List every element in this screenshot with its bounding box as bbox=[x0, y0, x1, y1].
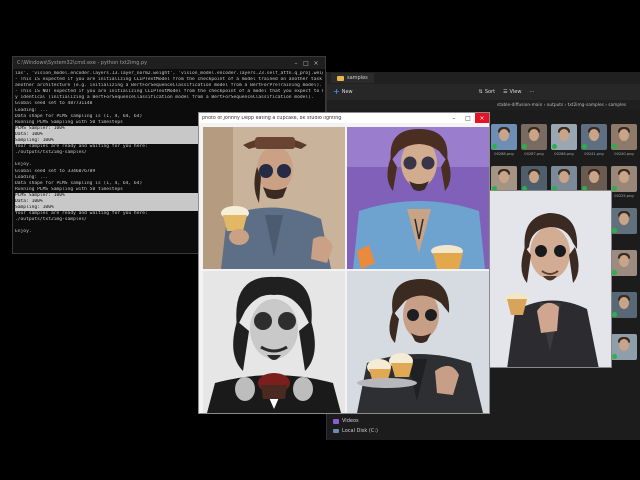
generated-image-1[interactable] bbox=[203, 127, 345, 269]
face-shape bbox=[619, 213, 629, 225]
sort-button-label: Sort bbox=[484, 89, 496, 95]
preview-image bbox=[487, 191, 611, 367]
thumbnail[interactable] bbox=[611, 292, 637, 318]
generated-image-2[interactable] bbox=[347, 127, 489, 269]
minimize-icon[interactable]: – bbox=[447, 113, 461, 123]
sync-check-icon bbox=[552, 144, 557, 149]
thumbnail-label: 00241.png bbox=[584, 152, 604, 156]
image-preview-pane bbox=[486, 190, 612, 368]
face-shape bbox=[619, 129, 629, 141]
face-shape bbox=[499, 129, 509, 141]
face-shape bbox=[589, 171, 599, 183]
disk-icon bbox=[333, 429, 339, 433]
thumbnail-label: 00288.png bbox=[494, 152, 514, 156]
sidebar-item-local-disk[interactable]: Local Disk (C:) bbox=[333, 428, 378, 434]
viewer-title: photo of Johnny Depp eating a cupcake, 8… bbox=[202, 115, 342, 121]
face-shape bbox=[559, 171, 569, 183]
tab-samples[interactable]: samples bbox=[331, 73, 374, 83]
thumbnail[interactable] bbox=[581, 166, 607, 192]
view-icon: ☰ bbox=[503, 89, 508, 95]
explorer-toolbar: + New ⇅ Sort ☰ View ··· bbox=[327, 84, 640, 100]
thumbnail-label: 00225.png bbox=[614, 194, 634, 198]
terminal-title: C:\Windows\System32\cmd.exe - python txt… bbox=[17, 60, 148, 66]
sort-button[interactable]: ⇅ Sort bbox=[479, 89, 495, 95]
sync-check-icon bbox=[522, 144, 527, 149]
face-shape bbox=[619, 297, 629, 309]
close-icon[interactable]: × bbox=[475, 113, 489, 123]
sync-check-icon bbox=[492, 144, 497, 149]
thumbnail[interactable] bbox=[521, 124, 547, 150]
thumbnail[interactable] bbox=[551, 124, 577, 150]
new-button-label: New bbox=[341, 89, 353, 95]
thumbnail[interactable] bbox=[611, 124, 637, 150]
thumbnail[interactable] bbox=[491, 166, 517, 192]
thumbnail[interactable] bbox=[551, 166, 577, 192]
sort-icon: ⇅ bbox=[478, 89, 483, 95]
thumbnail-label: 00240.png bbox=[614, 152, 634, 156]
thumbnail-label: 00287.png bbox=[524, 152, 544, 156]
view-button[interactable]: ☰ View bbox=[503, 89, 521, 95]
video-icon bbox=[333, 418, 339, 424]
thumbnail[interactable] bbox=[611, 250, 637, 276]
face-shape bbox=[529, 171, 539, 183]
more-options-icon[interactable]: ··· bbox=[529, 89, 534, 95]
thumbnail[interactable] bbox=[521, 166, 547, 192]
generated-image-3[interactable] bbox=[203, 271, 345, 413]
view-button-label: View bbox=[509, 89, 522, 95]
face-shape bbox=[499, 171, 509, 183]
thumbnail[interactable] bbox=[611, 208, 637, 234]
sidebar-item-label: Videos bbox=[342, 418, 359, 424]
sync-check-icon bbox=[612, 144, 617, 149]
viewer-titlebar[interactable]: photo of Johnny Depp eating a cupcake, 8… bbox=[199, 113, 489, 123]
generated-image-4[interactable] bbox=[347, 271, 489, 413]
face-shape bbox=[619, 171, 629, 183]
tab-label: samples bbox=[347, 75, 368, 81]
sync-check-icon bbox=[612, 270, 617, 275]
sync-check-icon bbox=[582, 144, 587, 149]
explorer-tabbar: samples bbox=[327, 72, 640, 84]
image-viewer-window[interactable]: photo of Johnny Depp eating a cupcake, 8… bbox=[198, 112, 490, 414]
face-shape bbox=[619, 255, 629, 267]
sync-check-icon bbox=[612, 228, 617, 233]
close-icon[interactable]: × bbox=[311, 60, 321, 67]
face-shape bbox=[529, 129, 539, 141]
thumbnail-label: 00286.png bbox=[554, 152, 574, 156]
generated-image-grid bbox=[203, 127, 489, 413]
sidebar-item-videos[interactable]: Videos bbox=[333, 418, 359, 424]
minimize-icon[interactable]: – bbox=[291, 60, 301, 67]
terminal-titlebar[interactable]: C:\Windows\System32\cmd.exe - python txt… bbox=[13, 57, 325, 69]
maximize-icon[interactable]: □ bbox=[301, 60, 311, 67]
face-shape bbox=[559, 129, 569, 141]
thumbnail[interactable] bbox=[611, 166, 637, 192]
address-bar[interactable]: stable-diffusion-main › outputs › txt2im… bbox=[327, 100, 640, 110]
new-button[interactable]: + New bbox=[333, 87, 353, 96]
sidebar-item-label: Local Disk (C:) bbox=[342, 428, 378, 434]
sync-check-icon bbox=[612, 354, 617, 359]
face-shape bbox=[619, 339, 629, 351]
thumbnail[interactable] bbox=[491, 124, 517, 150]
folder-icon bbox=[337, 75, 344, 81]
plus-icon: + bbox=[333, 87, 340, 96]
maximize-icon[interactable]: □ bbox=[461, 113, 475, 123]
thumbnail[interactable] bbox=[581, 124, 607, 150]
sync-check-icon bbox=[612, 312, 617, 317]
sync-check-icon bbox=[612, 186, 617, 191]
thumbnail[interactable] bbox=[611, 334, 637, 360]
face-shape bbox=[589, 129, 599, 141]
